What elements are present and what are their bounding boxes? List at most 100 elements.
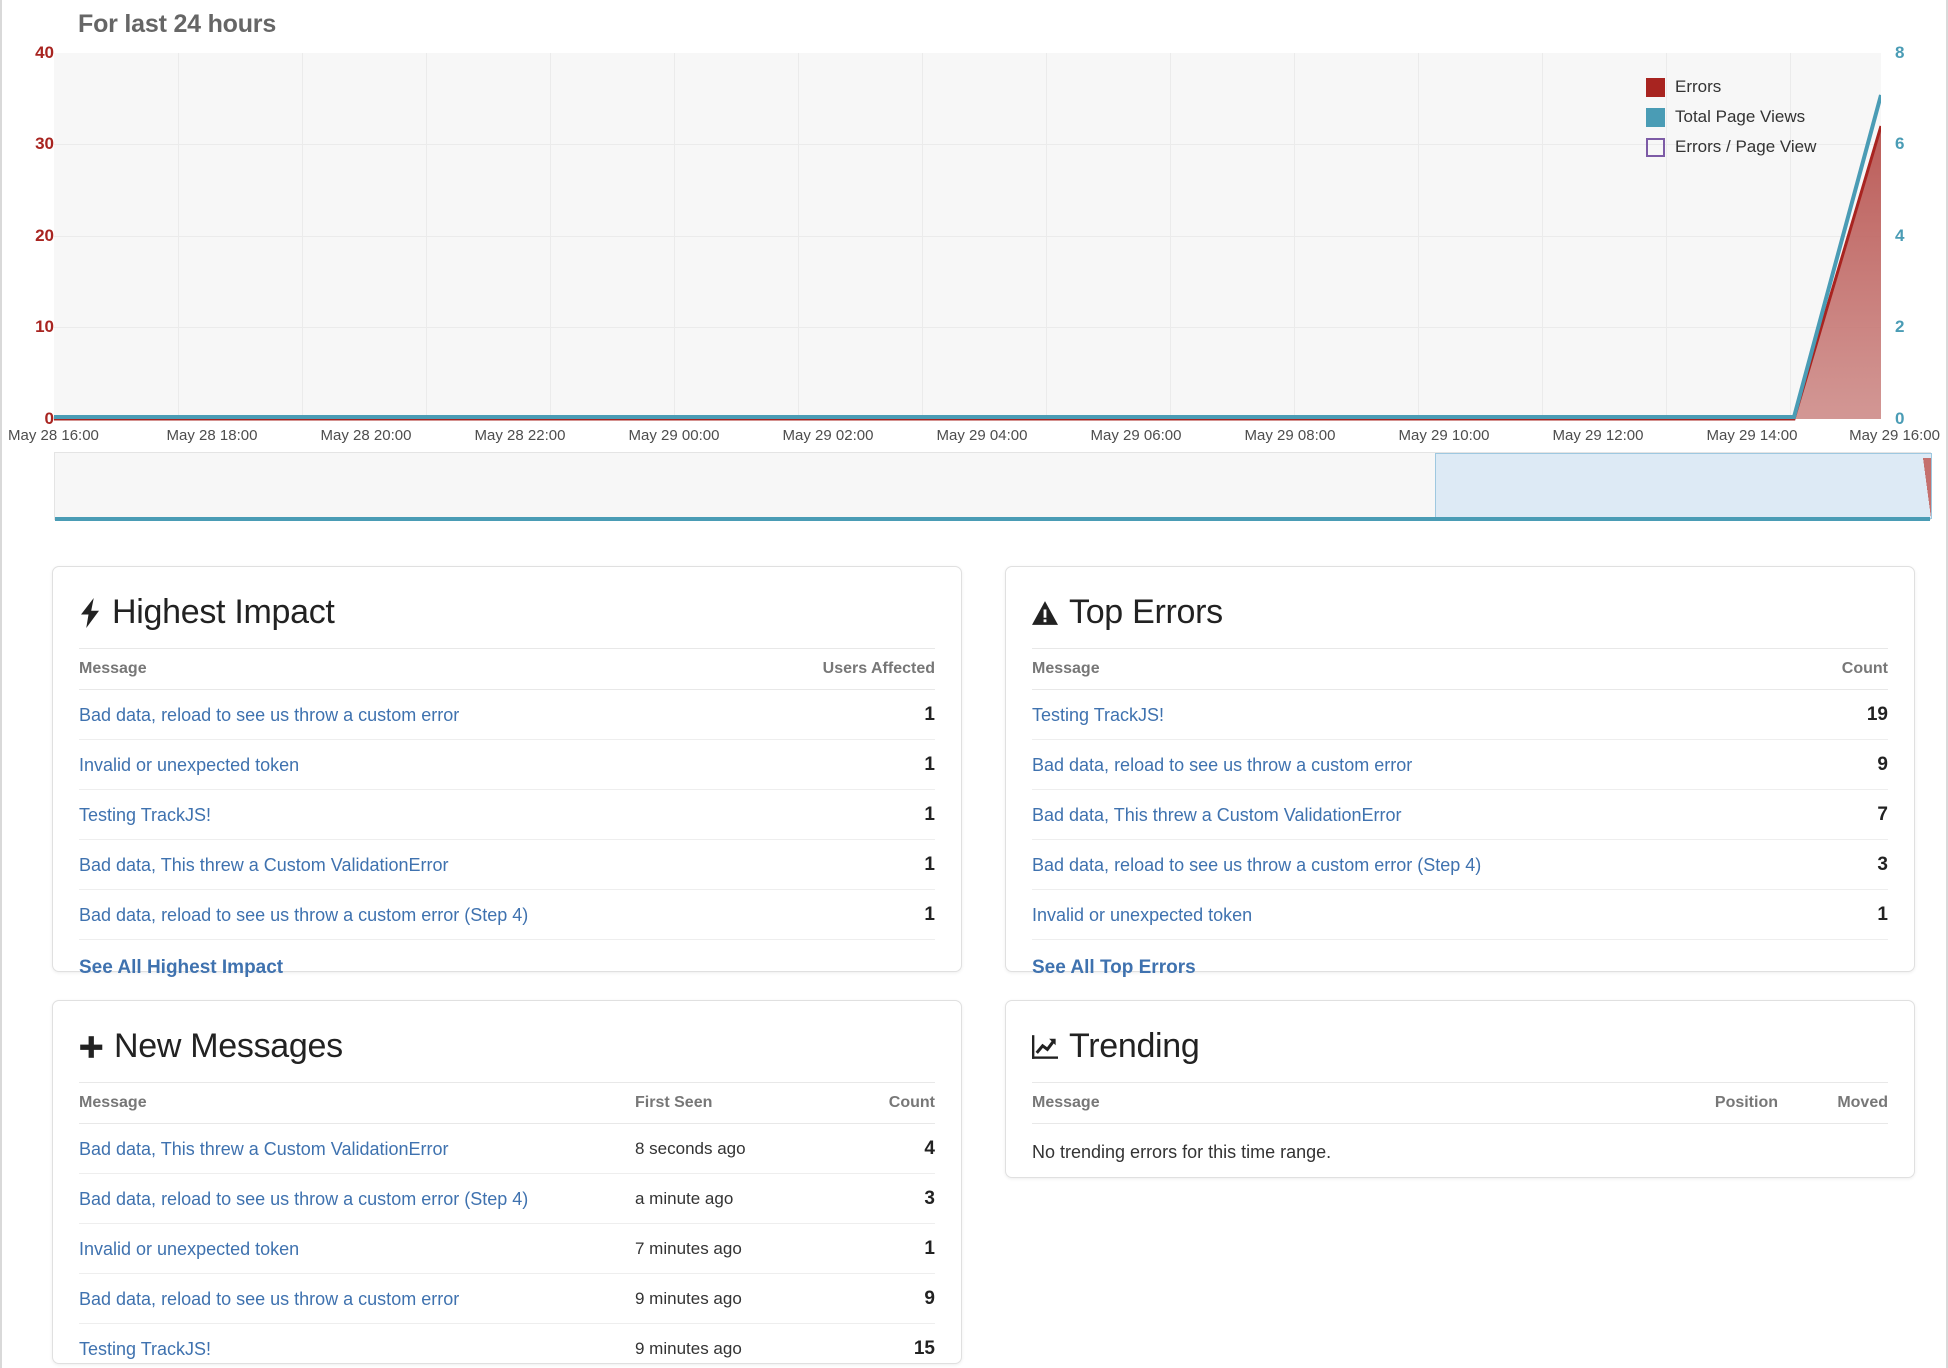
table-row[interactable]: Bad data, reload to see us throw a custo… (79, 889, 935, 940)
table-row[interactable]: Testing TrackJS! 19 (1032, 689, 1888, 740)
count-value: 9 (845, 1273, 935, 1324)
legend-swatch-icon (1646, 137, 1665, 157)
error-message-link[interactable]: Testing TrackJS! (1032, 705, 1164, 725)
panel-highest-impact: Highest Impact Message Users Affected Ba… (52, 566, 962, 978)
count-value: 3 (1798, 839, 1888, 890)
y-axis-right-tick: 0 (1895, 409, 1905, 428)
error-message-link[interactable]: Testing TrackJS! (79, 1339, 211, 1359)
dashboard-page: For last 24 hours 40 30 20 10 0 8 6 4 2 … (0, 0, 1948, 1368)
x-axis-tick: May 29 10:00 (1398, 427, 1490, 444)
x-axis-tick: May 28 18:00 (166, 427, 258, 444)
column-header-position: Position (1648, 1082, 1778, 1124)
table-header-row: Message Count (1032, 648, 1888, 690)
highest-impact-table: Message Users Affected Bad data, reload … (79, 648, 935, 940)
error-message-link[interactable]: Invalid or unexpected token (1032, 905, 1252, 925)
error-message-link[interactable]: Invalid or unexpected token (79, 755, 299, 775)
panel-title-text: Trending (1069, 1027, 1200, 1065)
warning-triangle-icon (1032, 599, 1058, 627)
users-affected-value: 1 (822, 839, 935, 890)
x-axis-tick: May 29 04:00 (936, 427, 1028, 444)
panel-title-top-errors: Top Errors (1032, 567, 1888, 648)
error-overview-chart: For last 24 hours 40 30 20 10 0 8 6 4 2 … (0, 0, 1948, 540)
navigator-spike (1923, 458, 1931, 518)
column-header-count: Count (1798, 648, 1888, 690)
x-axis-tick: May 28 22:00 (474, 427, 566, 444)
see-all-top-errors-link[interactable]: See All Top Errors (1032, 940, 1888, 979)
chart-range-navigator[interactable] (54, 452, 1932, 521)
count-value: 3 (845, 1173, 935, 1224)
bolt-icon (79, 597, 101, 628)
legend-item-errors[interactable]: Errors (1646, 72, 1816, 102)
navigator-selected-range[interactable] (1435, 453, 1932, 519)
error-message-link[interactable]: Testing TrackJS! (79, 805, 211, 825)
top-errors-table: Message Count Testing TrackJS! 19 Bad da… (1032, 648, 1888, 940)
count-value: 15 (845, 1323, 935, 1368)
y-axis-right-tick: 2 (1895, 317, 1905, 336)
table-header-row: Message Users Affected (79, 648, 935, 690)
error-message-link[interactable]: Bad data, reload to see us throw a custo… (79, 705, 459, 725)
column-header-message: Message (79, 1082, 635, 1124)
column-header-first-seen: First Seen (635, 1082, 845, 1124)
count-value: 9 (1798, 739, 1888, 790)
error-message-link[interactable]: Bad data, This threw a Custom Validation… (79, 1139, 449, 1159)
error-message-link[interactable]: Bad data, reload to see us throw a custo… (1032, 755, 1412, 775)
chart-legend: Errors Total Page Views Errors / Page Vi… (1646, 72, 1816, 162)
legend-label: Total Page Views (1675, 107, 1806, 126)
first-seen-value: 8 seconds ago (635, 1123, 845, 1174)
table-row[interactable]: Bad data, This threw a Custom Validation… (79, 1123, 935, 1174)
table-row[interactable]: Bad data, This threw a Custom Validation… (79, 839, 935, 890)
plus-icon (79, 1034, 103, 1060)
table-row[interactable]: Invalid or unexpected token 7 minutes ag… (79, 1223, 935, 1274)
first-seen-value: a minute ago (635, 1173, 845, 1224)
first-seen-value: 9 minutes ago (635, 1273, 845, 1324)
table-row[interactable]: Invalid or unexpected token 1 (1032, 889, 1888, 940)
table-row[interactable]: Bad data, reload to see us throw a custo… (79, 1273, 935, 1324)
y-axis-left-tick: 10 (35, 317, 54, 336)
trend-chart-icon (1032, 1034, 1058, 1060)
table-header-row: Message Position Moved (1032, 1082, 1888, 1124)
count-value: 4 (845, 1123, 935, 1174)
count-value: 1 (845, 1223, 935, 1274)
table-row[interactable]: Bad data, reload to see us throw a custo… (79, 1173, 935, 1224)
table-row[interactable]: Testing TrackJS! 9 minutes ago 15 (79, 1323, 935, 1368)
error-message-link[interactable]: Bad data, This threw a Custom Validation… (1032, 805, 1402, 825)
panel-top-errors: Top Errors Message Count Testing TrackJS… (1005, 566, 1915, 978)
legend-item-errors-per-page-view[interactable]: Errors / Page View (1646, 132, 1816, 162)
table-row[interactable]: Invalid or unexpected token 1 (79, 739, 935, 790)
legend-label: Errors (1675, 77, 1722, 96)
table-row[interactable]: Bad data, reload to see us throw a custo… (79, 689, 935, 740)
first-seen-value: 9 minutes ago (635, 1323, 845, 1368)
x-axis-tick: May 29 06:00 (1090, 427, 1182, 444)
error-message-link[interactable]: Invalid or unexpected token (79, 1239, 299, 1259)
table-row[interactable]: Bad data, reload to see us throw a custo… (1032, 739, 1888, 790)
x-axis-tick: May 29 08:00 (1244, 427, 1336, 444)
x-axis-tick: May 29 02:00 (782, 427, 874, 444)
panel-new-messages: New Messages Message First Seen Count Ba… (52, 1000, 962, 1368)
first-seen-value: 7 minutes ago (635, 1223, 845, 1274)
trending-table: Message Position Moved (1032, 1082, 1888, 1124)
error-message-link[interactable]: Bad data, reload to see us throw a custo… (79, 1289, 459, 1309)
error-message-link[interactable]: Bad data, reload to see us throw a custo… (1032, 855, 1481, 875)
table-row[interactable]: Bad data, This threw a Custom Validation… (1032, 789, 1888, 840)
panel-title-text: Highest Impact (112, 593, 335, 631)
x-axis-tick: May 29 00:00 (628, 427, 720, 444)
table-row[interactable]: Testing TrackJS! 1 (79, 789, 935, 840)
y-axis-left-tick: 40 (35, 43, 54, 62)
y-axis-left-tick: 20 (35, 226, 54, 245)
x-axis-tick: May 29 16:00 (1849, 427, 1940, 444)
panel-title-text: Top Errors (1069, 593, 1223, 631)
table-row[interactable]: Bad data, reload to see us throw a custo… (1032, 839, 1888, 890)
y-axis-right-tick: 4 (1895, 226, 1905, 245)
panel-title-new-messages: New Messages (79, 1001, 935, 1082)
x-axis-tick: May 28 20:00 (320, 427, 412, 444)
legend-label: Errors / Page View (1675, 137, 1817, 156)
x-axis-tick: May 29 12:00 (1552, 427, 1644, 444)
error-message-link[interactable]: Bad data, reload to see us throw a custo… (79, 905, 528, 925)
panel-title-trending: Trending (1032, 1001, 1888, 1082)
see-all-highest-impact-link[interactable]: See All Highest Impact (79, 940, 935, 979)
error-message-link[interactable]: Bad data, This threw a Custom Validation… (79, 855, 449, 875)
navigator-baseline (55, 517, 1930, 521)
chart-series-svg (54, 94, 1881, 421)
error-message-link[interactable]: Bad data, reload to see us throw a custo… (79, 1189, 528, 1209)
legend-item-total-page-views[interactable]: Total Page Views (1646, 102, 1816, 132)
